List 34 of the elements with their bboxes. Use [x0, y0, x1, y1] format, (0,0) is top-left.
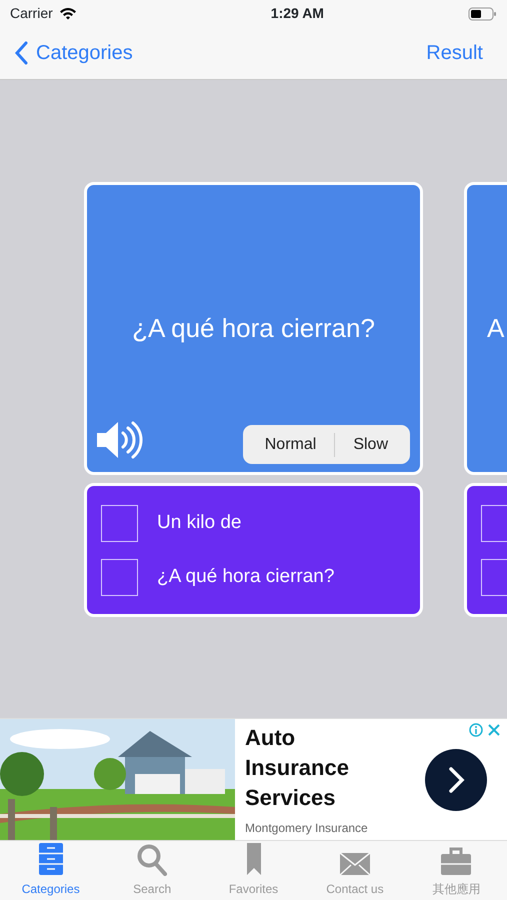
answer-checkbox[interactable] [481, 558, 507, 596]
answer-text: ¿A qué hora cierran? [157, 564, 334, 589]
speaker-icon[interactable] [95, 420, 143, 460]
back-chevron-icon [14, 41, 28, 65]
answer-text: Un kilo de [157, 510, 242, 535]
answer-checkbox[interactable] [101, 504, 138, 542]
question-text: A [486, 312, 506, 345]
info-icon[interactable] [469, 723, 483, 737]
tab-bar-item[interactable]: Search [101, 841, 203, 900]
carrier-label: Carrier [10, 4, 53, 23]
chevron-right-icon [446, 766, 466, 794]
ad-headline[interactable]: Insurance [245, 753, 368, 783]
briefcase-icon [440, 846, 472, 876]
bookmark-icon [246, 842, 262, 876]
search-icon [137, 844, 168, 876]
back-button[interactable]: Categories [14, 38, 133, 68]
question-text: ¿A qué hora cierran? [131, 312, 376, 345]
advertiser-name: Montgomery Insurance [245, 820, 368, 837]
answer-checkbox[interactable] [481, 504, 507, 542]
close-icon[interactable] [487, 723, 501, 737]
answer-checkbox[interactable] [101, 558, 138, 596]
tab-bar-item[interactable]: Favorites [202, 841, 304, 900]
tab-bar-item[interactable]: Categories [0, 841, 102, 900]
tab-bar-item[interactable]: Contact us [304, 841, 406, 900]
ad-headline[interactable]: Auto [245, 723, 368, 753]
envelope-icon [338, 852, 371, 876]
speed-option[interactable]: Slow [335, 430, 406, 459]
tab-bar-item[interactable]: 其他應用 [406, 841, 507, 900]
speed-option[interactable]: Normal [246, 430, 334, 459]
ad-headline[interactable]: Services [245, 783, 368, 813]
wifi-icon [58, 7, 77, 20]
result-button[interactable]: Result [426, 38, 483, 68]
status-time: 1:29 AM [270, 4, 324, 23]
battery-icon [468, 6, 497, 20]
